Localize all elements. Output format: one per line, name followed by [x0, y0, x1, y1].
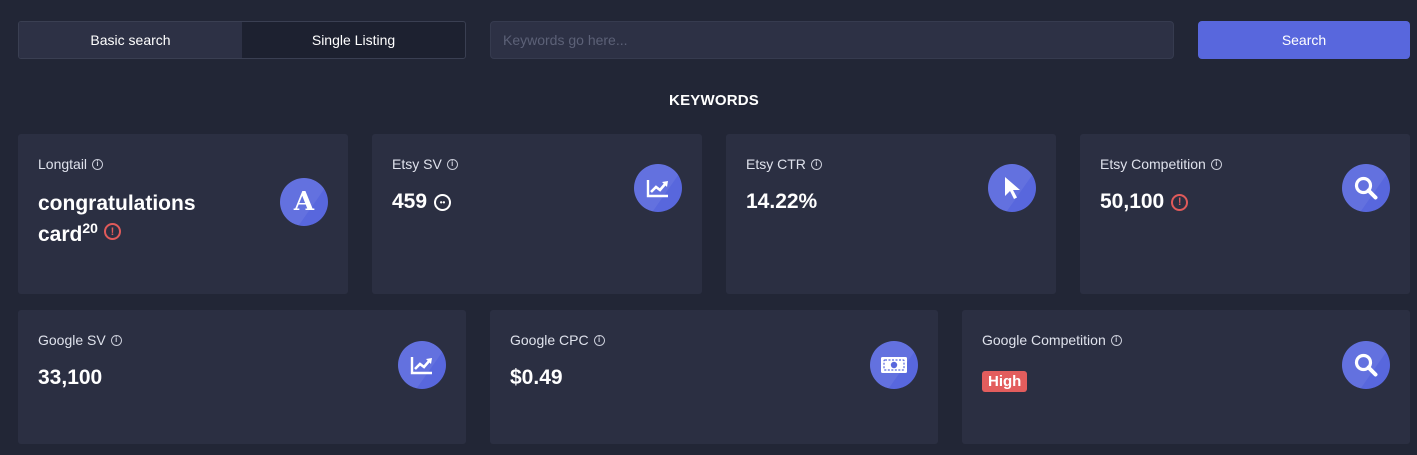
trend-chart-icon — [634, 164, 682, 212]
keyword-search-input[interactable] — [490, 21, 1174, 59]
letter-a-icon: A — [280, 178, 328, 226]
search-button[interactable]: Search — [1198, 21, 1410, 59]
info-icon[interactable]: i — [1210, 158, 1222, 170]
info-icon[interactable]: i — [92, 158, 104, 170]
warning-icon[interactable]: ! — [103, 223, 121, 240]
competition-level-badge: High — [982, 371, 1028, 392]
basic-search-tab[interactable]: Basic search — [19, 22, 242, 58]
banknote-icon — [870, 341, 918, 389]
google-sv-card: Google SV i 33,100 — [18, 310, 466, 444]
section-title: KEYWORDS — [669, 92, 759, 109]
info-icon[interactable]: i — [446, 158, 458, 170]
cursor-icon — [988, 164, 1036, 212]
google-sv-label: Google SV — [38, 332, 106, 348]
google-sv-value: 33,100 — [38, 366, 103, 389]
google-competition-card: Google Competition i High — [962, 310, 1410, 444]
google-cpc-value: $0.49 — [510, 366, 563, 389]
single-listing-tab[interactable]: Single Listing — [242, 22, 465, 58]
warning-icon[interactable]: ! — [1171, 193, 1189, 211]
etsy-sv-value: 459 •• — [392, 190, 452, 214]
info-icon[interactable]: i — [110, 334, 122, 346]
info-icon[interactable]: i — [1110, 334, 1122, 346]
longtail-label: Longtail i — [38, 156, 104, 172]
info-icon[interactable]: i — [593, 334, 605, 346]
magnifier-icon — [1342, 164, 1390, 212]
trend-chart-icon — [398, 341, 446, 389]
google-competition-label: Google Competition — [982, 332, 1106, 348]
etsy-sv-card: Etsy SV i 459 •• — [372, 134, 702, 294]
longtail-value: congratulations card20 ! — [38, 192, 196, 246]
keyword-length-superscript: 20 — [82, 220, 98, 236]
etsy-competition-value: 50,100 ! — [1100, 190, 1189, 214]
info-icon[interactable]: i — [810, 158, 822, 170]
google-cpc-label: Google CPC — [510, 332, 589, 348]
etsy-competition-card: Etsy Competition i 50,100 ! — [1080, 134, 1410, 294]
search-mode-toggle: Basic search Single Listing — [18, 21, 466, 59]
etsy-ctr-label: Etsy CTR — [746, 156, 806, 172]
google-cpc-card: Google CPC i $0.49 — [490, 310, 938, 444]
etsy-competition-label: Etsy Competition — [1100, 156, 1206, 172]
etsy-ctr-card: Etsy CTR i 14.22% — [726, 134, 1056, 294]
longtail-card: Longtail i congratulations card20 ! A — [18, 134, 348, 294]
etsy-ctr-value: 14.22% — [746, 190, 818, 213]
etsy-sv-label: Etsy SV — [392, 156, 442, 172]
magnifier-icon — [1342, 341, 1390, 389]
smiley-icon[interactable]: •• — [434, 193, 452, 211]
